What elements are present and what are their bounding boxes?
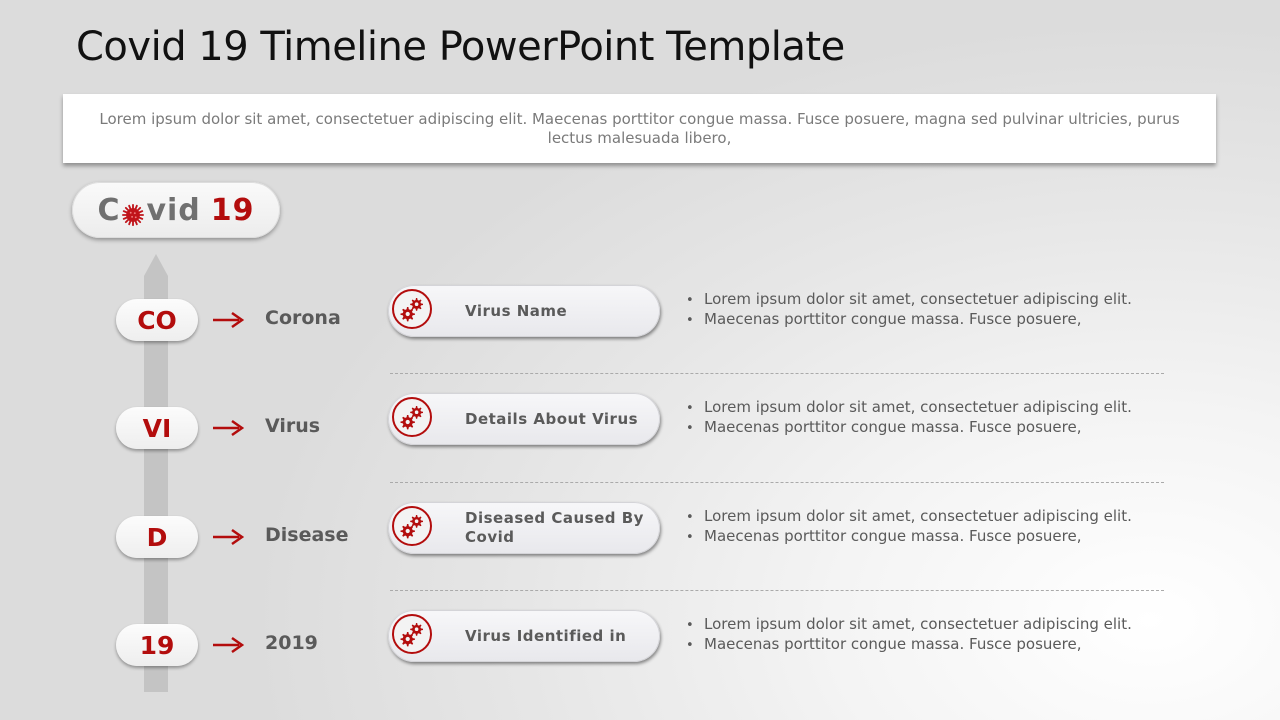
letter-pill: D bbox=[116, 516, 198, 558]
row-divider bbox=[390, 590, 1164, 591]
letter-pill: CO bbox=[116, 299, 198, 341]
row-keyword: Corona bbox=[265, 307, 341, 329]
timeline-arrow-tip bbox=[144, 254, 168, 276]
brand-text-start: C bbox=[97, 192, 121, 228]
intro-text: Lorem ipsum dolor sit amet, consectetuer… bbox=[99, 109, 1180, 147]
brand-text-end: vid bbox=[146, 192, 201, 228]
timeline-row: D Disease Diseased Caused By Covid Lorem ip… bbox=[0, 502, 1280, 576]
gears-icon bbox=[392, 289, 432, 329]
gears-icon bbox=[392, 614, 432, 654]
row-bullets: Lorem ipsum dolor sit amet, consectetuer… bbox=[686, 507, 1132, 547]
row-bullets: Lorem ipsum dolor sit amet, consectetuer… bbox=[686, 398, 1132, 438]
row-label-card: Virus Name bbox=[388, 285, 660, 337]
bullet-item: Maecenas porttitor congue massa. Fusce p… bbox=[686, 527, 1132, 547]
letter-pill: 19 bbox=[116, 624, 198, 666]
row-keyword: Virus bbox=[265, 415, 321, 437]
timeline-row: VI Virus Details About Virus Lorem ipsum do… bbox=[0, 393, 1280, 467]
row-bullets: Lorem ipsum dolor sit amet, consectetuer… bbox=[686, 290, 1132, 330]
arrow-right-icon bbox=[213, 636, 244, 654]
letter-code: VI bbox=[142, 413, 172, 443]
row-label-card: Details About Virus bbox=[388, 393, 660, 445]
gears-icon bbox=[392, 506, 432, 546]
virus-icon bbox=[122, 199, 145, 226]
brand-number: 19 bbox=[210, 192, 255, 228]
bullet-item: Maecenas porttitor congue massa. Fusce p… bbox=[686, 310, 1132, 330]
timeline-row: CO Corona Virus Name Lorem ipsum dolor sit … bbox=[0, 285, 1280, 359]
timeline-row: 19 2019 Virus Identified in Lorem ipsum dol… bbox=[0, 610, 1280, 684]
row-label: Virus Name bbox=[465, 301, 568, 320]
letter-code: CO bbox=[137, 305, 177, 335]
bullet-item: Maecenas porttitor congue massa. Fusce p… bbox=[686, 418, 1132, 438]
letter-pill: VI bbox=[116, 407, 198, 449]
row-label: Details About Virus bbox=[465, 409, 639, 428]
row-divider bbox=[390, 373, 1164, 374]
bullet-item: Lorem ipsum dolor sit amet, consectetuer… bbox=[686, 398, 1132, 418]
letter-code: D bbox=[146, 522, 168, 552]
row-label: Virus Identified in bbox=[465, 626, 627, 645]
bullet-item: Lorem ipsum dolor sit amet, consectetuer… bbox=[686, 507, 1132, 527]
row-divider bbox=[390, 482, 1164, 483]
row-keyword: Disease bbox=[265, 524, 349, 546]
covid-19-brand-pill: C vid 19 bbox=[72, 182, 280, 238]
row-keyword: 2019 bbox=[265, 632, 318, 654]
arrow-right-icon bbox=[213, 419, 244, 437]
bullet-item: Lorem ipsum dolor sit amet, consectetuer… bbox=[686, 290, 1132, 310]
letter-code: 19 bbox=[139, 630, 175, 660]
intro-textbox: Lorem ipsum dolor sit amet, consectetuer… bbox=[63, 94, 1216, 163]
slide-title: Covid 19 Timeline PowerPoint Template bbox=[76, 24, 845, 70]
arrow-right-icon bbox=[213, 311, 244, 329]
arrow-right-icon bbox=[213, 528, 244, 546]
bullet-item: Maecenas porttitor congue massa. Fusce p… bbox=[686, 635, 1132, 655]
row-bullets: Lorem ipsum dolor sit amet, consectetuer… bbox=[686, 615, 1132, 655]
bullet-item: Lorem ipsum dolor sit amet, consectetuer… bbox=[686, 615, 1132, 635]
row-label: Diseased Caused By Covid bbox=[465, 509, 644, 546]
gears-icon bbox=[392, 397, 432, 437]
row-label-card: Diseased Caused By Covid bbox=[388, 502, 660, 554]
row-label-card: Virus Identified in bbox=[388, 610, 660, 662]
